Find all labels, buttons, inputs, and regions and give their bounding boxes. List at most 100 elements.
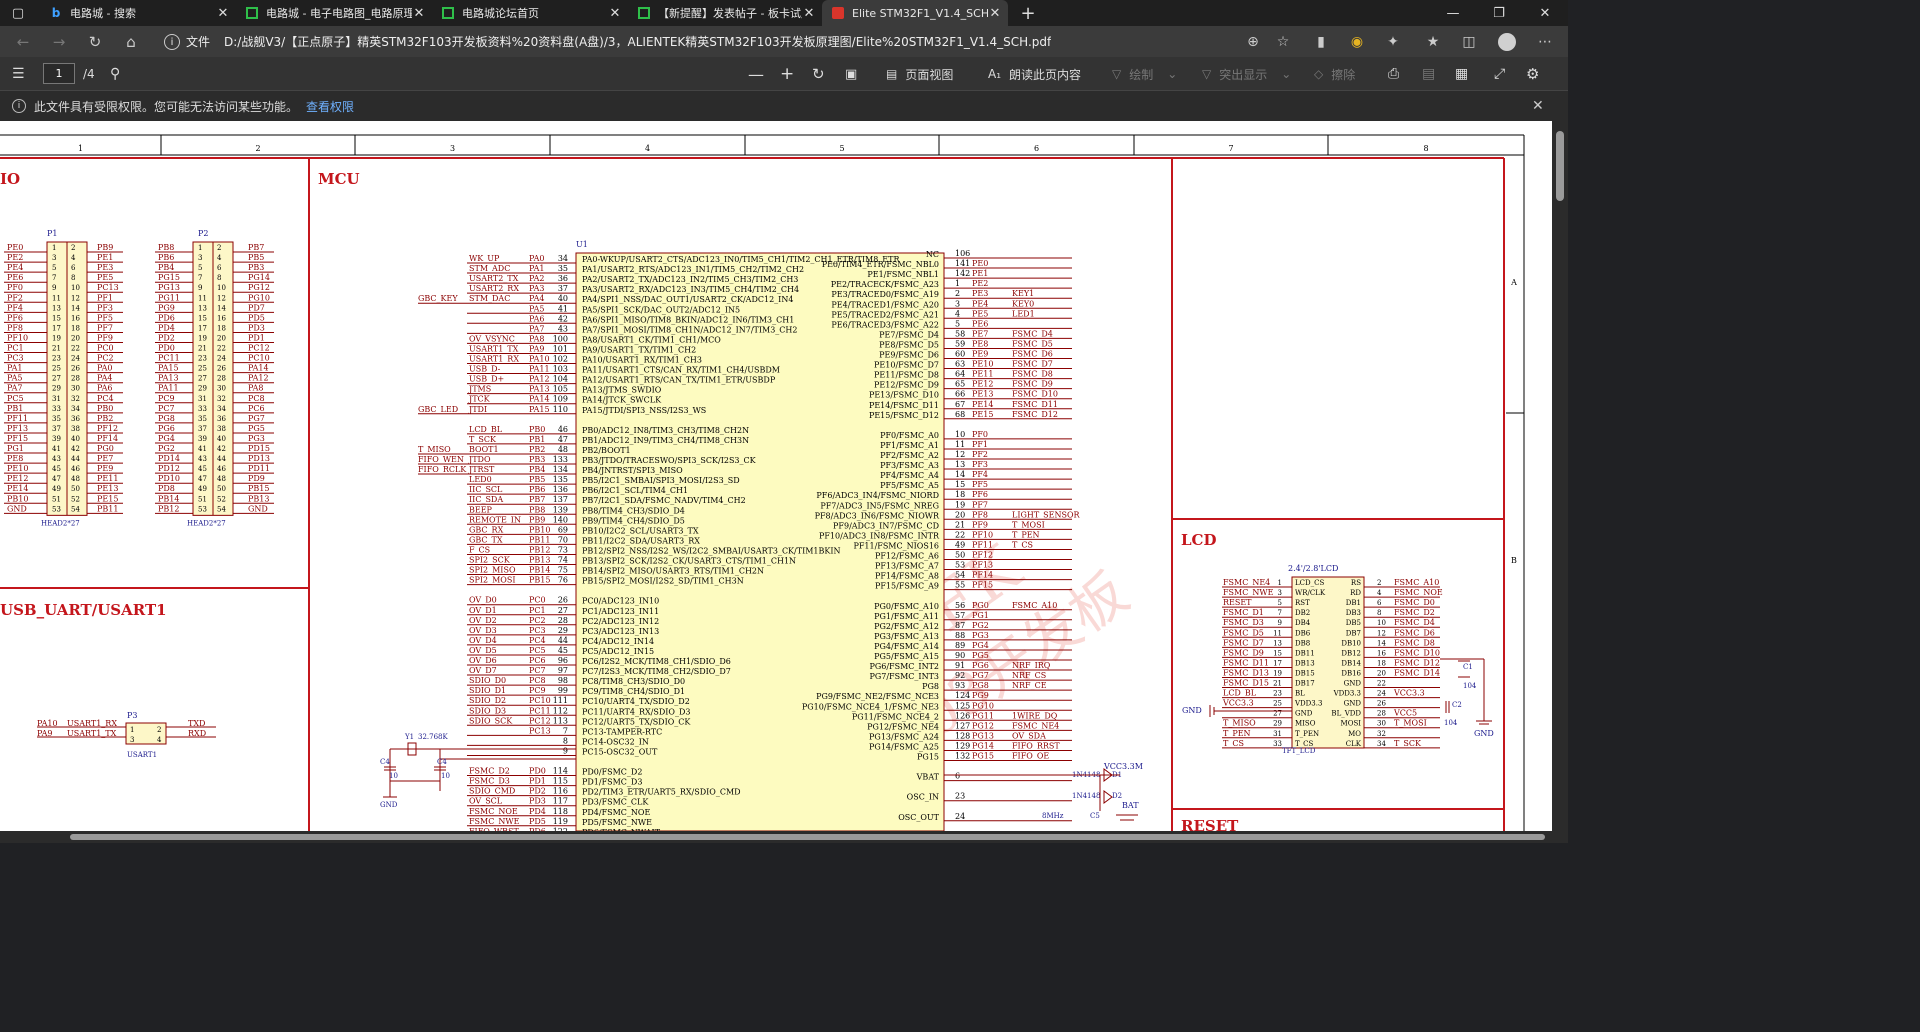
info-icon[interactable]: i xyxy=(164,33,180,50)
scrollbar-thumb[interactable] xyxy=(70,834,1545,840)
restore-button[interactable]: ❐ xyxy=(1476,0,1522,26)
fit-page-icon[interactable]: ▣ xyxy=(845,57,857,91)
net-label: LED0 xyxy=(469,475,492,484)
pin-function: PC9/TIM8_CH4/SDIO_D1 xyxy=(582,687,685,696)
favorites-icon[interactable]: ★ xyxy=(1418,26,1448,57)
zoom-out-icon[interactable]: — xyxy=(748,57,764,91)
net-label: SDIO_D3 xyxy=(469,706,506,715)
close-window-button[interactable]: ✕ xyxy=(1522,0,1568,26)
pin-net: PE15 xyxy=(97,494,118,503)
tab-5[interactable]: Elite STM32F1_V1.4_SCH.pdf✕ xyxy=(822,0,1008,26)
net-label: FSMC_D3 xyxy=(1223,618,1264,627)
close-tab-icon[interactable]: ✕ xyxy=(412,6,426,21)
tab-3[interactable]: 电路城论坛首页 ✕ xyxy=(432,0,628,26)
zoom-icon[interactable]: ⊕ xyxy=(1238,26,1268,57)
page-number-input[interactable]: 1 xyxy=(43,63,75,84)
net-label: FSMC_NWE xyxy=(1223,588,1274,597)
tab-4[interactable]: 【新提醒】发表帖子 - 板卡试用 ✕ xyxy=(628,0,822,26)
pin-function: DB15 xyxy=(1295,669,1315,677)
pin-number: 124 xyxy=(955,691,970,700)
save-as-icon[interactable]: ▦ xyxy=(1455,57,1468,91)
pin-function: PC14-OSC32_IN xyxy=(582,737,649,746)
pin-net: PB2 xyxy=(97,414,113,423)
bing-icon: b xyxy=(51,6,61,20)
back-icon[interactable]: ← xyxy=(6,26,40,57)
pin-number: 21 xyxy=(198,345,207,353)
profile-button[interactable] xyxy=(1492,26,1522,57)
more-menu-icon[interactable]: ⋯ xyxy=(1530,26,1560,57)
net-label: OV_D3 xyxy=(469,626,497,635)
pin-number: 49 xyxy=(198,485,207,493)
pin-number: 23 xyxy=(52,355,61,363)
horizontal-scrollbar[interactable] xyxy=(0,831,1568,843)
extensions-icon[interactable]: ✦ xyxy=(1378,26,1408,57)
pin-net: PC12 xyxy=(248,344,270,353)
port-label: PB7 xyxy=(529,495,545,504)
minimize-button[interactable]: — xyxy=(1430,0,1476,26)
extension-icon[interactable]: ◉ xyxy=(1342,26,1372,57)
save-icon[interactable]: ▤ xyxy=(1422,57,1435,91)
pin-number: 11 xyxy=(1273,629,1282,637)
close-tab-icon[interactable]: ✕ xyxy=(608,6,622,21)
pin-number: 54 xyxy=(955,571,965,580)
highlight-button[interactable]: ▽ 突出显示 ⌄ xyxy=(1202,57,1291,91)
net-label: OV_D7 xyxy=(469,666,497,675)
pin-net: PD7 xyxy=(248,303,265,312)
port-label: PC12 xyxy=(529,716,551,725)
contents-icon[interactable]: ☰ xyxy=(12,57,25,91)
pin-number: 40 xyxy=(71,435,80,443)
pin-number: 48 xyxy=(217,475,226,483)
port-label: PE9 xyxy=(972,350,988,359)
refresh-icon[interactable]: ↻ xyxy=(78,26,112,57)
print-icon[interactable]: ⎙ xyxy=(1388,57,1399,91)
read-aloud-button[interactable]: A₁ 朗读此页内容 xyxy=(988,57,1081,91)
page-view-button[interactable]: ▤ 页面视图 xyxy=(886,57,953,91)
tab-2[interactable]: 电路城 - 电子电路图_电路原理图 ✕ xyxy=(236,0,432,26)
pin-net: PE5 xyxy=(97,273,113,282)
favorite-add-icon[interactable]: ☆ xyxy=(1268,26,1298,57)
reading-mode-icon[interactable]: ▮ xyxy=(1306,26,1336,57)
pin-number: 51 xyxy=(198,495,207,503)
vertical-scrollbar[interactable] xyxy=(1552,121,1568,831)
pin-number: 66 xyxy=(955,390,965,399)
view-permissions-link[interactable]: 查看权限 xyxy=(306,98,354,115)
rotate-icon[interactable]: ↻ xyxy=(812,57,825,91)
settings-gear-icon[interactable]: ⚙ xyxy=(1526,57,1539,91)
tab-actions-icon[interactable]: ▢ xyxy=(0,0,36,26)
new-tab-button[interactable]: + xyxy=(1008,0,1048,26)
search-icon[interactable]: ⚲ xyxy=(110,57,120,91)
net-label: FSMC_D11 xyxy=(1012,400,1058,409)
forward-icon[interactable]: → xyxy=(42,26,76,57)
net-label: JTRST xyxy=(468,465,495,474)
fullscreen-icon[interactable]: ⤢ xyxy=(1494,57,1505,91)
net-label: FSMC_D1 xyxy=(1223,608,1264,617)
pin-function: PB9/TIM4_CH4/SDIO_D5 xyxy=(582,516,685,525)
close-tab-icon[interactable]: ✕ xyxy=(988,6,1002,21)
pin-number: 44 xyxy=(71,455,80,463)
collections-icon[interactable]: ◫ xyxy=(1454,26,1484,57)
url-box[interactable]: i 文件 D:/战舰V3/【正点原子】精英STM32F103开发板资料%20资料… xyxy=(156,29,1282,54)
pin-number: 92 xyxy=(955,671,965,680)
home-icon[interactable]: ⌂ xyxy=(114,26,148,57)
pin-net: PD4 xyxy=(158,323,175,332)
pdf-viewer[interactable]: 12345678ABIOMCUUSB_UART/USART1LCDRESETAL… xyxy=(0,121,1552,831)
pin-number: 118 xyxy=(553,807,568,816)
port-label: PB14 xyxy=(529,566,550,575)
pin-function: PC3/ADC123_IN13 xyxy=(582,627,659,636)
port-label: PB10 xyxy=(529,525,550,534)
scrollbar-thumb[interactable] xyxy=(1556,131,1564,201)
tab-1[interactable]: b 电路城 - 搜索 ✕ xyxy=(40,0,236,26)
close-notice-icon[interactable]: ✕ xyxy=(1532,98,1544,114)
pin-function: DB5 xyxy=(1346,619,1361,627)
pin-number: 57 xyxy=(955,611,965,620)
port-label: PE13 xyxy=(972,390,993,399)
close-tab-icon[interactable]: ✕ xyxy=(216,6,230,21)
port-label: PG4 xyxy=(972,641,989,650)
column-number: 8 xyxy=(1423,144,1428,153)
close-tab-icon[interactable]: ✕ xyxy=(802,6,816,21)
draw-button[interactable]: ▽ 绘制 ⌄ xyxy=(1112,57,1177,91)
pin-net: PB7 xyxy=(248,243,264,252)
url-text[interactable]: D:/战舰V3/【正点原子】精英STM32F103开发板资料%20资料盘(A盘)… xyxy=(224,33,1051,50)
erase-button[interactable]: ◇ 擦除 xyxy=(1314,57,1355,91)
zoom-in-icon[interactable]: + xyxy=(780,57,794,91)
